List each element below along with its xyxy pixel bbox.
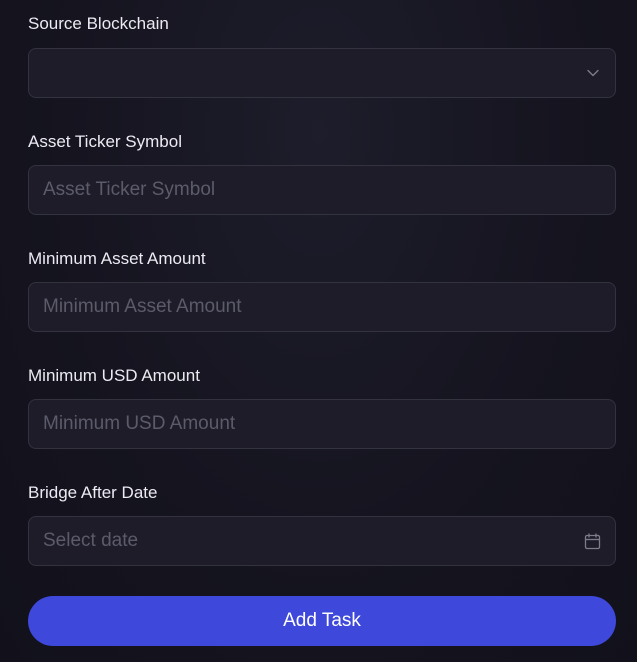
bridge-after-date-input[interactable] [29, 517, 615, 565]
calendar-icon[interactable] [583, 532, 601, 550]
min-usd-amount-input[interactable] [29, 400, 615, 448]
asset-ticker-label: Asset Ticker Symbol [28, 132, 182, 151]
add-task-button[interactable]: Add Task [28, 596, 616, 646]
asset-ticker-input[interactable] [29, 166, 615, 214]
min-asset-amount-field [28, 282, 616, 332]
min-usd-amount-field [28, 399, 616, 449]
bridge-after-date-label: Bridge After Date [28, 483, 158, 502]
min-asset-amount-input[interactable] [29, 283, 615, 331]
chevron-down-icon [585, 65, 601, 81]
min-usd-amount-label: Minimum USD Amount [28, 366, 200, 385]
min-asset-amount-label: Minimum Asset Amount [28, 249, 206, 268]
asset-ticker-field [28, 165, 616, 215]
source-blockchain-label: Source Blockchain [28, 14, 169, 33]
bridge-after-date-field [28, 516, 616, 566]
source-blockchain-select[interactable] [28, 48, 616, 98]
